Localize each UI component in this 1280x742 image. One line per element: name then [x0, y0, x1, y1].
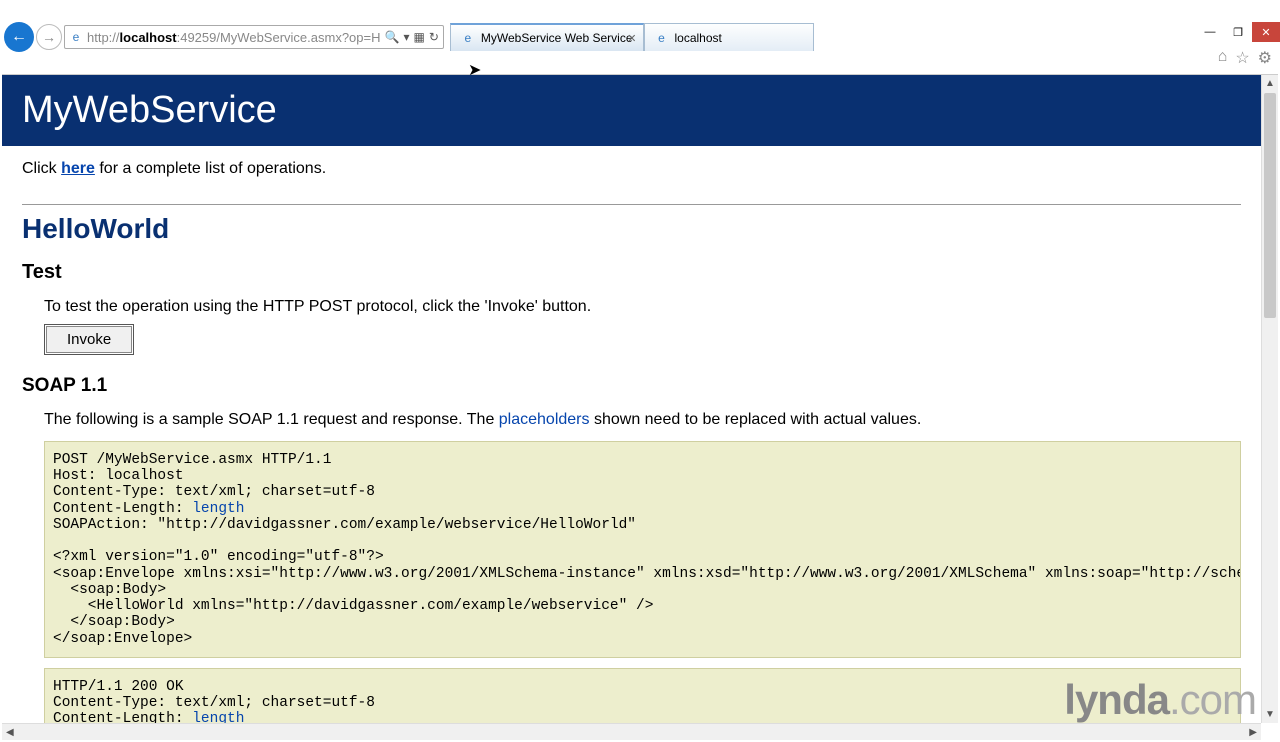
- soap-response-code: HTTP/1.1 200 OK Content-Type: text/xml; …: [44, 668, 1241, 723]
- scroll-up-arrow[interactable]: ▲: [1262, 75, 1278, 92]
- tools-gear-icon[interactable]: ⚙: [1258, 48, 1272, 68]
- soap-heading: SOAP 1.1: [22, 375, 1241, 397]
- window-restore[interactable]: ❐: [1224, 22, 1252, 42]
- nav-back-button[interactable]: ←: [4, 22, 34, 52]
- search-icon[interactable]: 🔍: [385, 30, 400, 44]
- scroll-down-arrow[interactable]: ▼: [1262, 706, 1278, 723]
- soap-request-code: POST /MyWebService.asmx HTTP/1.1 Host: l…: [44, 441, 1241, 658]
- tab-label: localhost: [675, 31, 722, 45]
- placeholders-link[interactable]: placeholders: [499, 411, 590, 428]
- ie-page-icon: e: [461, 31, 475, 45]
- address-text: http://localhost:49259/MyWebService.asmx…: [87, 30, 381, 45]
- home-icon[interactable]: ⌂: [1218, 48, 1228, 68]
- ie-page-icon: e: [69, 30, 83, 44]
- nav-forward-button[interactable]: →: [36, 24, 62, 50]
- soap-description: The following is a sample SOAP 1.1 reque…: [44, 411, 1241, 429]
- tab-close-icon[interactable]: ✕: [627, 32, 636, 45]
- test-instructions: To test the operation using the HTTP POS…: [44, 298, 1241, 316]
- service-banner: MyWebService: [2, 75, 1261, 146]
- operation-name: HelloWorld: [22, 213, 1241, 245]
- operations-list-link[interactable]: here: [61, 160, 95, 177]
- tab-localhost[interactable]: e localhost: [644, 23, 814, 51]
- window-minimize[interactable]: —: [1196, 22, 1224, 42]
- ie-page-icon: e: [655, 31, 669, 45]
- address-dropdown-icon[interactable]: ▾: [403, 30, 409, 44]
- tab-mywebservice[interactable]: e MyWebService Web Service ✕: [450, 23, 644, 51]
- scroll-right-arrow[interactable]: ▶: [1249, 727, 1257, 738]
- test-heading: Test: [22, 261, 1241, 284]
- horizontal-scrollbar[interactable]: ◀ ▶: [2, 723, 1261, 740]
- page-content: MyWebService Click here for a complete l…: [2, 75, 1261, 723]
- divider: [22, 204, 1241, 205]
- scroll-left-arrow[interactable]: ◀: [6, 727, 14, 738]
- service-title: MyWebService: [22, 89, 1241, 132]
- vertical-scrollbar[interactable]: ▲ ▼: [1261, 75, 1278, 723]
- favorites-icon[interactable]: ☆: [1235, 48, 1249, 68]
- invoke-button[interactable]: Invoke: [46, 326, 132, 353]
- compat-view-icon[interactable]: ▦: [413, 30, 424, 44]
- address-bar[interactable]: e http://localhost:49259/MyWebService.as…: [64, 25, 444, 49]
- tab-label: MyWebService Web Service: [481, 31, 633, 45]
- refresh-icon[interactable]: ↻: [429, 30, 439, 44]
- window-close[interactable]: ✕: [1252, 22, 1280, 42]
- intro-text: Click here for a complete list of operat…: [22, 160, 1241, 178]
- scroll-thumb[interactable]: [1264, 93, 1276, 318]
